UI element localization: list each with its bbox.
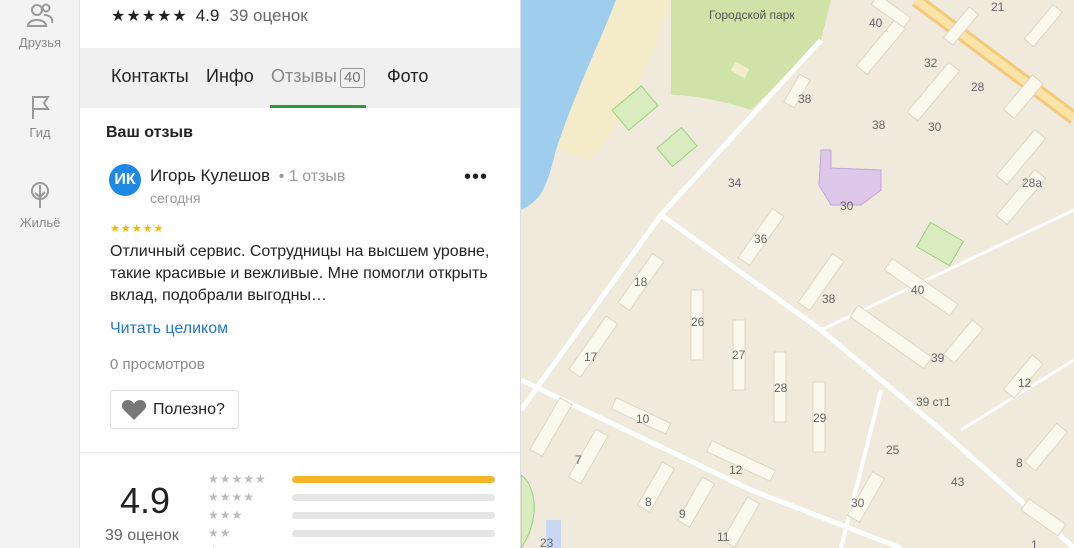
author-review-count: • 1 отзыв xyxy=(278,168,346,185)
house-number-label: 29 xyxy=(813,411,827,425)
friends-icon xyxy=(26,3,54,27)
rail-item-label: Друзья xyxy=(18,35,62,50)
house-number-label: 26 xyxy=(691,315,705,329)
house-number-label: 8 xyxy=(645,495,652,509)
distribution-row: ★★★★ xyxy=(208,490,495,504)
distribution-stars: ★★★★★ xyxy=(208,472,267,486)
helpful-label: Полезно? xyxy=(153,400,225,418)
distribution-bar xyxy=(292,476,495,483)
house-number-label: 28 xyxy=(971,80,985,94)
tab-bar: Контакты Инфо Отзывы 40 Фото xyxy=(80,48,520,108)
flag-icon xyxy=(32,96,50,119)
rail-item-housing[interactable]: Жильё xyxy=(0,180,80,230)
house-number-label: 7 xyxy=(575,453,582,467)
distribution-row: ★★ xyxy=(208,526,495,540)
distribution-row: ★★★ xyxy=(208,508,495,522)
avatar[interactable]: ИК xyxy=(109,164,141,196)
house-number-label: 9 xyxy=(679,507,686,521)
house-number-label: 18 xyxy=(634,275,648,289)
house-number-label: 32 xyxy=(924,56,938,70)
house-number-label: 10 xyxy=(636,412,650,426)
distribution-bar xyxy=(292,512,495,519)
rail-item-guide[interactable]: Гид xyxy=(0,92,80,140)
rail-item-label: Жильё xyxy=(19,215,61,230)
distribution-stars: ★ xyxy=(208,544,288,548)
house-number-label: 12 xyxy=(729,463,743,477)
home-icon xyxy=(31,182,49,208)
summary-count: 39 оценок xyxy=(105,527,179,544)
distribution-stars: ★★★★ xyxy=(208,490,256,504)
tab-reviews-label: Отзывы xyxy=(271,66,337,86)
divider xyxy=(80,452,520,453)
heart-icon xyxy=(121,399,147,420)
house-number-label: 34 xyxy=(728,176,742,190)
house-number-label: 30 xyxy=(851,496,865,510)
rating-count[interactable]: 39 оценок xyxy=(229,6,307,26)
house-number-label: 39 ст1 xyxy=(916,395,951,409)
house-number-label: 27 xyxy=(732,348,746,362)
rating-stars: ★★★★★ xyxy=(111,8,188,25)
school-building xyxy=(818,149,882,206)
distribution-bar-fill xyxy=(292,476,495,483)
road xyxy=(839,389,883,548)
tab-photo[interactable]: Фото xyxy=(387,66,428,87)
house-number-label: 38 xyxy=(872,118,886,132)
house-number-label: 8 xyxy=(1016,456,1023,470)
green-patch xyxy=(656,126,698,168)
views-count: 0 просмотров xyxy=(110,356,205,373)
rail-item-label: Гид xyxy=(29,125,51,140)
distribution-stars: ★★★ xyxy=(208,508,244,522)
header-rating: ★★★★★ 4.9 39 оценок xyxy=(111,6,308,26)
author-name[interactable]: Игорь Кулешов xyxy=(150,166,270,185)
house-number-label: 40 xyxy=(911,283,925,297)
distribution-bar xyxy=(292,494,495,501)
left-rail: Друзья Гид Жильё xyxy=(0,0,80,548)
house-number-label: 30 xyxy=(840,199,854,213)
helpful-button[interactable]: Полезно? xyxy=(110,390,239,429)
house-number-label: 28 xyxy=(774,381,788,395)
tab-info[interactable]: Инфо xyxy=(206,66,254,87)
house-number-label: 1 xyxy=(1031,538,1038,548)
house-number-label: 21 xyxy=(991,0,1005,14)
summary-rating: 4.9 xyxy=(120,480,171,521)
review-stars: ★★★★★ xyxy=(110,223,165,235)
house-number-label: 36 xyxy=(754,232,768,246)
house-number-label: 39 xyxy=(931,351,945,365)
house-number-label: 43 xyxy=(951,475,965,489)
distribution-row: ★ xyxy=(208,544,288,548)
house-number-label: 38 xyxy=(822,292,836,306)
read-more-link[interactable]: Читать целиком xyxy=(110,320,228,338)
rail-item-friends[interactable]: Друзья xyxy=(0,2,80,50)
review-author: Игорь Кулешов • 1 отзыв xyxy=(150,166,345,186)
rating-value: 4.9 xyxy=(195,6,220,25)
tab-reviews[interactable]: Отзывы 40 xyxy=(271,66,365,88)
park-label: Городской парк xyxy=(709,8,795,22)
house-number-label: 17 xyxy=(584,350,598,364)
house-number-label: 12 xyxy=(1018,376,1032,390)
house-number-label: 25 xyxy=(886,443,900,457)
house-number-label: 11 xyxy=(717,530,730,544)
house-number-label: 28а xyxy=(1022,176,1043,190)
house-number-label: 30 xyxy=(928,120,942,134)
house-number-label: 38 xyxy=(798,92,812,106)
house-number-label: 40 xyxy=(869,16,883,30)
distribution-row: ★★★★★ xyxy=(208,472,495,486)
distribution-stars: ★★ xyxy=(208,526,232,540)
active-tab-indicator xyxy=(270,105,366,108)
section-title: Ваш отзыв xyxy=(106,124,193,141)
review-text: Отличный сервис. Сотрудницы на высшем ур… xyxy=(110,243,490,304)
map-canvas xyxy=(521,0,1074,548)
more-options-button[interactable]: ••• xyxy=(464,166,488,189)
distribution-bar xyxy=(292,530,495,537)
reviews-panel: ★★★★★ 4.9 39 оценок Контакты Инфо Отзывы… xyxy=(80,0,521,548)
review-date: сегодня xyxy=(150,190,201,206)
house-number-label: 23 xyxy=(540,536,554,548)
reviews-count-badge: 40 xyxy=(339,68,365,88)
green-patch xyxy=(915,221,965,267)
green-patch xyxy=(521,474,535,548)
tab-contacts[interactable]: Контакты xyxy=(111,66,189,87)
map[interactable]: Городской парк 40 21 32 28 38 38 30 34 30 28а 36 18 4… xyxy=(521,0,1074,548)
